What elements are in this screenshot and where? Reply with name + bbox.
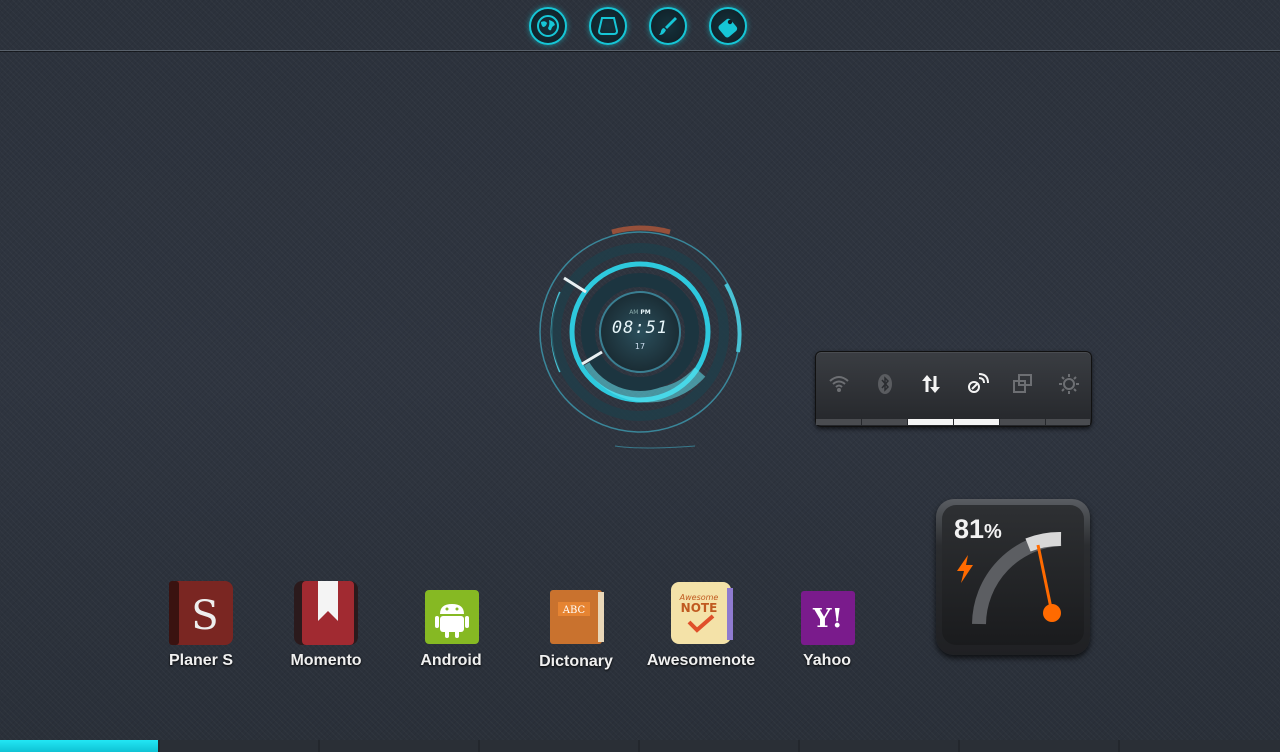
app-label: Planer S (168, 652, 234, 669)
app-label: Awesomenote (646, 652, 756, 669)
auto-rotate-toggle[interactable] (1000, 352, 1046, 426)
top-dock (0, 0, 1280, 51)
page-indicator-segment-5[interactable] (640, 740, 800, 752)
yahoo-icon: Y! (801, 591, 855, 645)
bluetooth-icon (878, 374, 892, 394)
toggle-indicator (1046, 419, 1090, 425)
svg-text:NOTE: NOTE (681, 601, 718, 615)
momento-icon (294, 581, 358, 645)
am-pm-indicator: AM PM (629, 309, 651, 316)
toggle-indicator (908, 419, 953, 425)
svg-text:ABC: ABC (562, 605, 586, 616)
page-indicator (0, 740, 1280, 752)
gps-icon (968, 373, 989, 393)
page-indicator-segment-4[interactable] (480, 740, 640, 752)
globe-icon[interactable] (529, 7, 567, 45)
svg-text:Y!: Y! (812, 604, 843, 634)
tag-icon[interactable] (709, 7, 747, 45)
clock-day: 17 (634, 342, 646, 351)
bluetooth-toggle[interactable] (862, 352, 908, 426)
dictionary-icon: ABC (550, 590, 604, 644)
toggle-indicator (862, 419, 907, 425)
awesomenote-icon: Awesome NOTE (671, 582, 733, 644)
page-indicator-segment-7[interactable] (960, 740, 1120, 752)
page-indicator-segment-3[interactable] (320, 740, 480, 752)
auto-rotate-icon (1013, 374, 1032, 393)
app-label: Dictonary (539, 653, 613, 670)
wifi-icon (829, 376, 849, 392)
mobile-data-toggle[interactable] (908, 352, 954, 426)
app-label: Android (420, 652, 482, 669)
brush-icon[interactable] (649, 7, 687, 45)
page-indicator-segment-1[interactable] (0, 740, 160, 752)
toggle-indicator (954, 419, 999, 425)
page-indicator-segment-2[interactable] (160, 740, 320, 752)
power-toggle-widget (815, 351, 1092, 427)
toggle-indicator (816, 419, 861, 425)
android-icon (425, 590, 479, 644)
battery-percentage: 81% (954, 514, 1002, 544)
toggle-indicator (1000, 419, 1045, 425)
mobile-data-icon (922, 375, 940, 393)
gps-toggle[interactable] (954, 352, 1000, 426)
app-label: Yahoo (802, 652, 851, 669)
clock-time: 08:51 (611, 318, 669, 338)
planer-s-icon: S (169, 581, 233, 645)
app-label: Momento (290, 652, 362, 669)
wifi-toggle[interactable] (816, 352, 862, 426)
monitor-icon[interactable] (589, 7, 627, 45)
brightness-toggle[interactable] (1046, 352, 1092, 426)
page-indicator-segment-6[interactable] (800, 740, 960, 752)
brightness-icon (1059, 374, 1079, 394)
svg-text:S: S (191, 593, 218, 639)
gauge-needle (1036, 544, 1054, 614)
charging-bolt-icon (957, 555, 973, 583)
page-indicator-segment-8[interactable] (1120, 740, 1280, 752)
